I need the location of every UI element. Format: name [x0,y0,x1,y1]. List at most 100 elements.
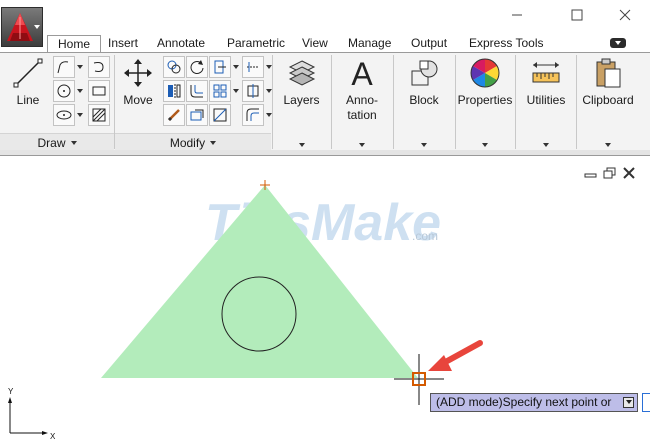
rotate-button[interactable] [186,56,208,78]
dynamic-input-field[interactable] [642,393,650,412]
utilities-panel[interactable]: Utilities [516,53,575,151]
offset-button[interactable] [242,104,264,126]
close-button[interactable] [608,4,642,26]
watermark-suffix: .com [412,229,438,243]
polyline-button[interactable] [53,56,75,78]
tab-output[interactable]: Output [411,35,447,52]
tab-express-tools[interactable]: Express Tools [469,35,543,52]
modify-panel-title[interactable]: Modify [115,133,271,151]
ribbon-bottom-border [0,150,650,156]
erase-button[interactable] [163,104,185,126]
autocad-logo-icon [7,13,33,41]
utilities-button[interactable]: Utilities [522,57,570,108]
viewport-restore-button[interactable] [603,166,617,179]
tab-manage[interactable]: Manage [348,35,391,52]
chevron-down-icon [210,140,217,145]
properties-button[interactable]: Properties [457,57,513,108]
viewport-close-button[interactable] [622,166,636,179]
rotate-icon [190,60,204,74]
properties-panel[interactable]: Properties [456,53,514,151]
tab-view[interactable]: View [302,35,328,52]
viewport-minimize-button[interactable] [584,166,598,178]
annotation-label-line2: tation [347,108,377,122]
block-label: Block [409,93,439,107]
scale-icon [213,108,227,122]
utilities-label: Utilities [526,93,566,107]
svg-text:A: A [351,57,373,89]
ellipse-button[interactable] [53,104,75,126]
chevron-down-icon [543,143,549,147]
explode-button[interactable] [242,80,264,102]
copy-button[interactable] [163,56,185,78]
maximize-icon [571,9,583,21]
circle-icon [57,84,71,98]
block-panel[interactable]: Block [394,53,454,151]
minimize-icon [584,173,597,178]
ribbon-minimize-button[interactable] [610,38,626,48]
modify-panel: Move Modify [115,53,272,151]
clipboard-panel[interactable]: Clipboard [577,53,639,151]
clipboard-label: Clipboard [582,93,634,107]
annotation-panel[interactable]: A Anno- tation [332,53,392,151]
options-dropdown-icon[interactable] [623,397,634,408]
copy-icon [167,60,181,74]
tooltip-text: (ADD mode)Specify next point or [436,395,612,409]
modify-panel-label: Modify [169,135,206,150]
array-button[interactable] [209,80,231,102]
tab-insert[interactable]: Insert [108,35,138,52]
stretch-button[interactable] [186,104,208,126]
annotation-button[interactable]: A Anno- tation [339,57,385,123]
ribbon: Line Draw Move Modify Layers A Anno- tat… [0,52,650,151]
fillet-extend-button[interactable] [242,56,264,78]
trim-icon [214,60,226,74]
tab-parametric[interactable]: Parametric [227,35,285,52]
autocad-window: Home Insert Annotate Parametric View Man… [0,0,650,442]
circle-button[interactable] [53,80,75,102]
annotation-label-line1: Anno- [345,93,379,107]
chevron-down-icon [605,143,611,147]
spline-button[interactable] [88,56,110,78]
minimize-button[interactable] [500,4,534,26]
block-button[interactable]: Block [402,57,446,108]
hatch-button[interactable] [88,104,110,126]
layers-icon [288,60,315,86]
polyline-dropdown[interactable] [76,56,84,78]
circle-dropdown[interactable] [76,80,84,102]
maximize-button[interactable] [560,4,594,26]
spline-icon [93,62,104,72]
rectangle-button[interactable] [88,80,110,102]
restore-icon [603,167,616,179]
ellipse-icon [56,110,72,120]
stretch-icon [190,109,204,121]
chevron-down-icon [77,89,83,93]
scale-button[interactable] [209,104,231,126]
tab-home[interactable]: Home [47,35,102,53]
ucs-y-label: Y [8,387,14,396]
clipboard-button[interactable]: Clipboard [579,57,637,108]
draw-panel: Line Draw [0,53,114,151]
draw-panel-title[interactable]: Draw [0,133,114,151]
tab-annotate[interactable]: Annotate [157,35,205,52]
application-menu-button[interactable] [1,7,43,47]
trim-dropdown[interactable] [232,56,240,78]
ellipse-dropdown[interactable] [76,104,84,126]
chevron-down-icon [77,113,83,117]
chevron-down-icon [482,143,488,147]
chevron-down-icon [233,89,239,93]
layers-button[interactable]: Layers [279,57,324,108]
array-icon [213,84,227,98]
layers-panel[interactable]: Layers [273,53,330,151]
chevron-down-icon [299,143,305,147]
line-button[interactable]: Line [10,57,46,108]
move-icon [124,59,152,87]
chevron-down-icon [359,143,365,147]
chevron-down-icon [34,25,40,29]
layers-label: Layers [283,93,320,107]
text-a-icon: A [351,57,373,89]
trim-button[interactable] [209,56,231,78]
move-button[interactable]: Move [120,57,156,108]
array-dropdown[interactable] [232,80,240,102]
line-icon [13,58,43,88]
fillet-button[interactable] [186,80,208,102]
mirror-button[interactable] [163,80,185,102]
